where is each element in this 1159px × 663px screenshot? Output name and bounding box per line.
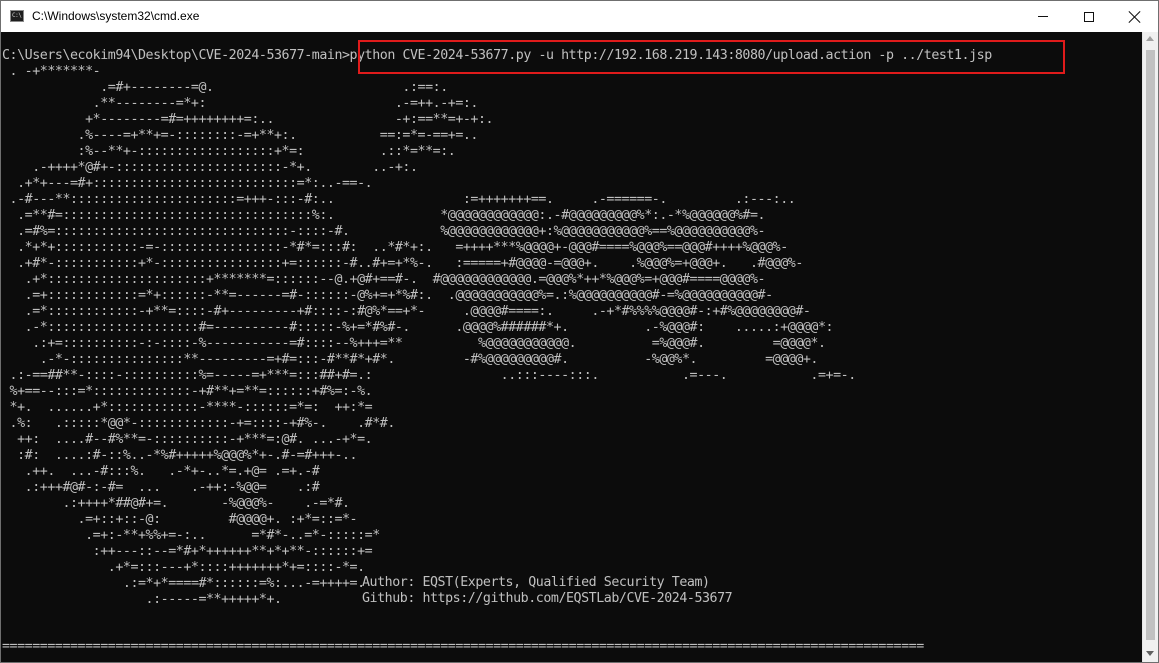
ascii-art-line: .++. ...-#:::%. .-*+-..*=.+@= .=+.-#: [2, 464, 320, 479]
ascii-art-line: .**--------=*+: .-=++.-+=:.: [2, 96, 479, 111]
ascii-art-line: . -+*******-: [2, 64, 108, 79]
console-icon-text: C:\: [12, 12, 22, 19]
cmd-window: C:\ C:\Windows\system32\cmd.exe C:\Users…: [0, 0, 1159, 663]
ascii-art-line: .-#---**::::::::::::::::::::::=+++-:::-#…: [2, 192, 796, 207]
ascii-art-line: .:=*+*====#*::::::=%:...-=++++=.: [2, 576, 365, 591]
ascii-art-line: .:-----=**+++++*+.: [2, 592, 282, 607]
ascii-art-line: .-*-:::::::::::::::**---------=+#=:::-#*…: [2, 352, 819, 367]
scroll-down-arrow-icon[interactable]: [1146, 651, 1154, 656]
ascii-art-line: .:+++#@#-:-#= ... .-++:-%@@= .:#: [2, 480, 320, 495]
ascii-art-line: .-++++*@#+-::::::::::::::::::::::-*+. ..…: [2, 160, 418, 175]
minimize-icon: [1038, 16, 1048, 17]
title-bar[interactable]: C:\ C:\Windows\system32\cmd.exe: [1, 1, 1158, 32]
scroll-thumb[interactable]: [1146, 50, 1155, 640]
ascii-art-line: %+==--:::=*:::::::::::::-+#**+=**=::::::…: [2, 384, 373, 399]
ascii-art-line: .*+*+:::::::::::-=-::::::::::::::::-*#*=…: [2, 240, 788, 255]
minimize-button[interactable]: [1020, 1, 1066, 32]
ascii-art-line: .%: .:::::*@@*-::::::::::::-+=::::-+#%-.…: [2, 416, 396, 431]
ascii-art-line: :%--**+-::::::::::::::::::+*=: .::*=**=:…: [2, 144, 456, 159]
close-button[interactable]: [1112, 1, 1158, 32]
ascii-art-line: .=+:-**+%%+=-:.. =*#*-..=*-:::::=*: [2, 528, 380, 543]
vertical-scrollbar[interactable]: [1142, 32, 1158, 662]
ascii-art-line: .+#*-:::::::::::+*-::::::::::::::::+=:::…: [2, 256, 803, 271]
scroll-up-arrow-icon[interactable]: [1146, 36, 1154, 41]
command-highlight-box: [358, 40, 1065, 74]
separator-line: ========================================…: [2, 639, 924, 654]
ascii-art-line: .-*::::::::::::::::::::#=----------#::::…: [2, 320, 834, 335]
ascii-art-line: .=+::+::-@: #@@@@+. :+*=::=*-: [2, 512, 358, 527]
ascii-art-line: .:+=::::::::::-:-::::-%-----------=#::::…: [2, 336, 826, 351]
ascii-art-line: .=**#=:::::::::::::::::::::::::::::::::%…: [2, 208, 766, 223]
ascii-art-line: ++: ....#--#%**=-::::::::::-+***=:@#. ..…: [2, 432, 373, 447]
console-output[interactable]: C:\Users\ecokim94\Desktop\CVE-2024-53677…: [1, 32, 1142, 662]
window-title: C:\Windows\system32\cmd.exe: [32, 9, 200, 23]
ascii-art-line: *+. ......+*::::::::::::-****-::::::=*=:…: [2, 400, 373, 415]
ascii-art-line: .=#%=:::::::::::::::::::::::::::::::-:::…: [2, 224, 766, 239]
ascii-art-line: .=#+--------=@. .:==:.: [2, 80, 448, 95]
ascii-art-line: .+*=:::---+*::::+++++++*+=::::-*=.: [2, 560, 365, 575]
close-icon: [1129, 11, 1141, 23]
ascii-art-line: .%----=+**+=-::::::::-=+**+:. ==:=*=-==+…: [2, 128, 479, 143]
maximize-icon: [1084, 11, 1094, 22]
github-line: Github: https://github.com/EQSTLab/CVE-2…: [362, 591, 733, 606]
ascii-art-line: .+*:::::::::::::::::::::+*******=::::::-…: [2, 272, 766, 287]
ascii-art-line: .+*+---=#+:::::::::::::::::::::::::::=*:…: [2, 176, 373, 191]
ascii-art-line: .:-==##**-::::-::::::::::%=-----=+***=::…: [2, 368, 857, 383]
ascii-art-line: .=+::::::::::::=*+::::::-**=------=#-:::…: [2, 288, 773, 303]
console-icon: C:\: [10, 10, 24, 22]
ascii-art-line: .=*::::::::::::-+**=::::-#+---------+#::…: [2, 304, 811, 319]
ascii-art-line: +*--------=#=++++++++=:.. -+:==**=+-+:.: [2, 112, 494, 127]
ascii-art-line: :#: ....:#-::%..-*%#+++++%@@@%*+-.#-=#++…: [2, 448, 358, 463]
prompt-path: C:\Users\ecokim94\Desktop\CVE-2024-53677…: [2, 48, 342, 63]
author-line: Author: EQST(Experts, Qualified Security…: [362, 575, 710, 590]
ascii-art-line: .:++++*##@#+=. -%@@@%- .-=*#.: [2, 496, 350, 511]
maximize-button[interactable]: [1066, 1, 1112, 32]
ascii-art-line: :++---::--=*#+*++++++**+*+**-::::::+=: [2, 544, 373, 559]
